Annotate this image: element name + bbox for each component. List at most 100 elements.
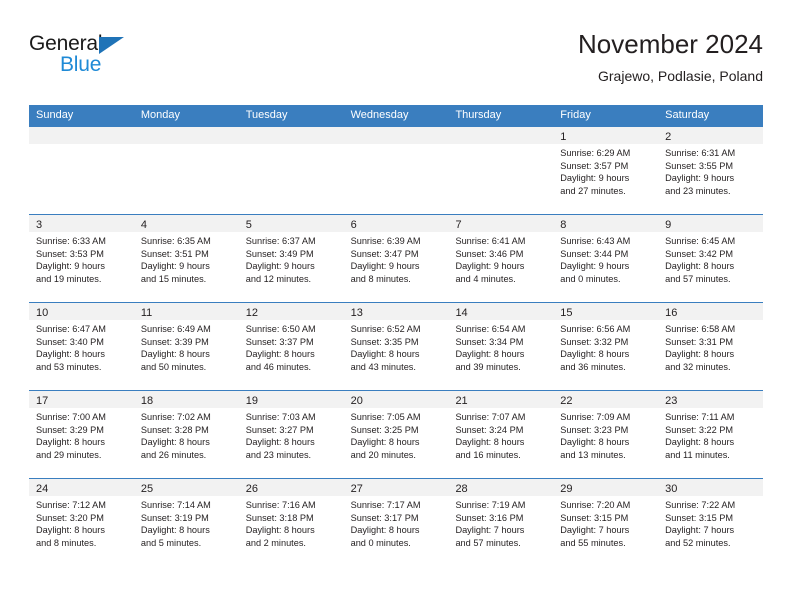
sunrise-text: Sunrise: 6:29 AM	[560, 148, 631, 158]
calendar-day-cell[interactable]	[343, 127, 449, 214]
generalblue-logo[interactable]: General Blue	[29, 32, 189, 84]
daylight-text-line2: and 36 minutes.	[560, 361, 626, 372]
day-number-strip: 28	[448, 479, 554, 496]
daylight-text-line1: Daylight: 9 hours	[245, 261, 315, 272]
sunrise-text: Sunrise: 7:00 AM	[36, 412, 106, 422]
weekday-header-tuesday: Tuesday	[245, 109, 288, 121]
calendar-day-cell[interactable]: 23 Sunrise: 7:11 AM Sunset: 3:22 PM Dayl…	[658, 391, 764, 478]
day-details: Sunrise: 6:45 AM Sunset: 3:42 PM Dayligh…	[658, 232, 763, 285]
day-details: Sunrise: 6:29 AM Sunset: 3:57 PM Dayligh…	[553, 144, 658, 197]
calendar-day-cell[interactable]: 5 Sunrise: 6:37 AM Sunset: 3:49 PM Dayli…	[238, 215, 344, 302]
sunrise-text: Sunrise: 7:05 AM	[350, 412, 421, 422]
calendar-day-cell[interactable]: 8 Sunrise: 6:43 AM Sunset: 3:44 PM Dayli…	[553, 215, 659, 302]
calendar-day-cell[interactable]: 21 Sunrise: 7:07 AM Sunset: 3:24 PM Dayl…	[448, 391, 554, 478]
day-number: 14	[455, 307, 468, 319]
day-number: 19	[245, 395, 258, 407]
day-number-strip: 20	[343, 391, 449, 408]
day-details: Sunrise: 7:11 AM Sunset: 3:22 PM Dayligh…	[658, 408, 763, 461]
calendar-day-cell[interactable]: 12 Sunrise: 6:50 AM Sunset: 3:37 PM Dayl…	[238, 303, 344, 390]
calendar-week-row: 17 Sunrise: 7:00 AM Sunset: 3:29 PM Dayl…	[29, 390, 764, 478]
weekday-header-monday: Monday	[140, 109, 180, 121]
calendar-day-cell[interactable]: 1 Sunrise: 6:29 AM Sunset: 3:57 PM Dayli…	[553, 127, 659, 214]
calendar-day-cell[interactable]: 4 Sunrise: 6:35 AM Sunset: 3:51 PM Dayli…	[133, 215, 239, 302]
calendar-day-cell[interactable]: 10 Sunrise: 6:47 AM Sunset: 3:40 PM Dayl…	[29, 303, 134, 390]
calendar-day-cell[interactable]: 16 Sunrise: 6:58 AM Sunset: 3:31 PM Dayl…	[658, 303, 764, 390]
daylight-text-line1: Daylight: 8 hours	[140, 525, 210, 536]
calendar-day-cell[interactable]: 27 Sunrise: 7:17 AM Sunset: 3:17 PM Dayl…	[343, 479, 449, 566]
daylight-text-line1: Daylight: 8 hours	[245, 349, 315, 360]
calendar-day-cell[interactable]: 20 Sunrise: 7:05 AM Sunset: 3:25 PM Dayl…	[343, 391, 449, 478]
page-title: November 2024	[578, 29, 763, 59]
calendar-day-cell[interactable]	[29, 127, 134, 214]
calendar-day-cell[interactable]: 22 Sunrise: 7:09 AM Sunset: 3:23 PM Dayl…	[553, 391, 659, 478]
calendar-day-cell[interactable]: 18 Sunrise: 7:02 AM Sunset: 3:28 PM Dayl…	[133, 391, 239, 478]
daylight-text-line2: and 55 minutes.	[560, 537, 626, 548]
calendar-day-cell[interactable]: 11 Sunrise: 6:49 AM Sunset: 3:39 PM Dayl…	[133, 303, 239, 390]
logo-text-blue: Blue	[60, 53, 102, 76]
weekday-header-friday: Friday	[560, 109, 591, 121]
daylight-text-line2: and 52 minutes.	[665, 537, 731, 548]
day-number-strip: 2	[658, 127, 764, 144]
sunrise-text: Sunrise: 7:19 AM	[455, 500, 526, 510]
calendar-day-cell[interactable]: 2 Sunrise: 6:31 AM Sunset: 3:55 PM Dayli…	[658, 127, 764, 214]
day-number: 29	[560, 483, 573, 495]
day-number: 15	[560, 307, 573, 319]
title-block: November 2024 Grajewo, Podlasie, Poland	[578, 28, 763, 86]
sunset-text: Sunset: 3:25 PM	[350, 424, 419, 435]
sunrise-text: Sunrise: 6:43 AM	[560, 236, 631, 246]
day-number: 10	[36, 307, 49, 319]
day-number-strip: 11	[133, 303, 239, 320]
day-details: Sunrise: 7:09 AM Sunset: 3:23 PM Dayligh…	[553, 408, 658, 461]
calendar-day-cell[interactable]: 15 Sunrise: 6:56 AM Sunset: 3:32 PM Dayl…	[553, 303, 659, 390]
daylight-text-line2: and 26 minutes.	[140, 449, 207, 460]
calendar-day-cell[interactable]: 9 Sunrise: 6:45 AM Sunset: 3:42 PM Dayli…	[658, 215, 764, 302]
daylight-text-line2: and 39 minutes.	[455, 361, 521, 372]
sunset-text: Sunset: 3:39 PM	[140, 336, 209, 347]
calendar-day-cell[interactable]: 3 Sunrise: 6:33 AM Sunset: 3:53 PM Dayli…	[29, 215, 134, 302]
sunset-text: Sunset: 3:57 PM	[560, 160, 629, 171]
calendar-day-cell[interactable]: 24 Sunrise: 7:12 AM Sunset: 3:20 PM Dayl…	[29, 479, 134, 566]
day-number-strip: 30	[658, 479, 764, 496]
weekday-header-wednesday: Wednesday	[350, 109, 409, 121]
sunset-text: Sunset: 3:28 PM	[140, 424, 209, 435]
day-details: Sunrise: 6:47 AM Sunset: 3:40 PM Dayligh…	[29, 320, 134, 373]
sunset-text: Sunset: 3:46 PM	[455, 248, 524, 259]
day-number: 1	[560, 131, 567, 143]
calendar-day-cell[interactable]: 14 Sunrise: 6:54 AM Sunset: 3:34 PM Dayl…	[448, 303, 554, 390]
daylight-text-line1: Daylight: 7 hours	[665, 525, 735, 536]
calendar-day-cell[interactable]: 19 Sunrise: 7:03 AM Sunset: 3:27 PM Dayl…	[238, 391, 344, 478]
day-number-strip	[133, 127, 239, 144]
day-number: 22	[560, 395, 573, 407]
calendar-grid: Sunday Monday Tuesday Wednesday Thursday…	[29, 105, 764, 566]
sunrise-text: Sunrise: 7:12 AM	[36, 500, 106, 510]
calendar-day-cell[interactable]: 13 Sunrise: 6:52 AM Sunset: 3:35 PM Dayl…	[343, 303, 449, 390]
calendar-day-cell[interactable]: 29 Sunrise: 7:20 AM Sunset: 3:15 PM Dayl…	[553, 479, 659, 566]
day-number: 30	[665, 483, 678, 495]
calendar-day-cell[interactable]	[448, 127, 554, 214]
calendar-day-cell[interactable]: 25 Sunrise: 7:14 AM Sunset: 3:19 PM Dayl…	[133, 479, 239, 566]
day-number: 13	[350, 307, 363, 319]
day-number-strip: 7	[448, 215, 554, 232]
calendar-day-cell[interactable]	[133, 127, 239, 214]
calendar-day-cell[interactable]: 7 Sunrise: 6:41 AM Sunset: 3:46 PM Dayli…	[448, 215, 554, 302]
calendar-day-cell[interactable]: 26 Sunrise: 7:16 AM Sunset: 3:18 PM Dayl…	[238, 479, 344, 566]
day-details	[344, 144, 449, 147]
daylight-text-line2: and 13 minutes.	[560, 449, 626, 460]
daylight-text-line2: and 4 minutes.	[455, 273, 516, 284]
calendar-day-cell[interactable]	[238, 127, 344, 214]
day-number: 28	[455, 483, 468, 495]
calendar-day-cell[interactable]: 28 Sunrise: 7:19 AM Sunset: 3:16 PM Dayl…	[448, 479, 554, 566]
calendar-day-cell[interactable]: 17 Sunrise: 7:00 AM Sunset: 3:29 PM Dayl…	[29, 391, 134, 478]
daylight-text-line2: and 0 minutes.	[350, 537, 411, 548]
day-details	[448, 144, 553, 147]
day-number: 8	[560, 219, 567, 231]
day-number: 25	[140, 483, 154, 495]
day-details	[134, 144, 239, 147]
day-details: Sunrise: 6:43 AM Sunset: 3:44 PM Dayligh…	[553, 232, 658, 285]
sunset-text: Sunset: 3:18 PM	[245, 512, 314, 523]
day-number: 3	[36, 219, 43, 231]
calendar-day-cell[interactable]: 6 Sunrise: 6:39 AM Sunset: 3:47 PM Dayli…	[343, 215, 449, 302]
daylight-text-line2: and 2 minutes.	[245, 537, 306, 548]
calendar-day-cell[interactable]: 30 Sunrise: 7:22 AM Sunset: 3:15 PM Dayl…	[658, 479, 764, 566]
sunset-text: Sunset: 3:19 PM	[140, 512, 209, 523]
